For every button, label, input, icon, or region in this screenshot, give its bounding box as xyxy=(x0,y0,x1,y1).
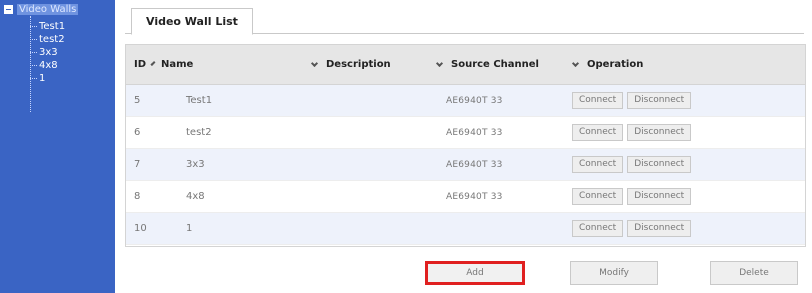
cell-id: 5 xyxy=(134,95,141,106)
tree-root[interactable]: Video Walls xyxy=(4,4,79,15)
cell-id: 10 xyxy=(134,223,147,234)
cell-id: 8 xyxy=(134,191,141,202)
header-id[interactable]: ID xyxy=(126,45,161,84)
connect-button[interactable]: Connect xyxy=(572,188,624,205)
cell-name: Test1 xyxy=(186,95,213,106)
sort-icon[interactable] xyxy=(435,59,444,68)
disconnect-button[interactable]: Disconnect xyxy=(627,188,692,205)
add-button[interactable]: Add xyxy=(425,261,525,285)
video-wall-table: ID Name Description Source Channel Opera… xyxy=(125,44,806,247)
delete-button[interactable]: Delete xyxy=(710,261,798,285)
table-row[interactable]: 7 3x3 AE6940T 33 Connect Disconnect xyxy=(126,149,805,181)
table-row[interactable]: 10 1 Connect Disconnect xyxy=(126,213,805,245)
cell-source-channel: AE6940T 33 xyxy=(446,191,503,202)
tree-item-4x8[interactable]: 4x8 xyxy=(27,59,65,72)
connect-button[interactable]: Connect xyxy=(572,220,624,237)
tree-item-test2[interactable]: test2 xyxy=(27,33,65,46)
tree-item-1[interactable]: 1 xyxy=(27,72,65,85)
cell-name: 3x3 xyxy=(186,159,205,170)
header-name[interactable]: Name xyxy=(161,45,306,84)
collapse-icon[interactable] xyxy=(4,5,13,14)
connect-button[interactable]: Connect xyxy=(572,124,624,141)
table-row[interactable]: 5 Test1 AE6940T 33 Connect Disconnect xyxy=(126,85,805,117)
tab-video-wall-list[interactable]: Video Wall List xyxy=(131,8,253,35)
header-description-label: Description xyxy=(326,59,391,70)
connect-button[interactable]: Connect xyxy=(572,156,624,173)
tree-item-test1[interactable]: Test1 xyxy=(27,20,65,33)
header-operation-label: Operation xyxy=(587,59,644,70)
sort-icon[interactable] xyxy=(310,59,319,68)
cell-operation: Connect Disconnect xyxy=(567,92,805,109)
disconnect-button[interactable]: Disconnect xyxy=(627,124,692,141)
cell-operation: Connect Disconnect xyxy=(567,220,805,237)
header-operation[interactable]: Operation xyxy=(567,45,805,84)
tree-children: Test1 test2 3x3 4x8 1 xyxy=(27,20,65,85)
header-description[interactable]: Description xyxy=(306,45,431,84)
sidebar-tree: Video Walls Test1 test2 3x3 4x8 1 xyxy=(0,0,115,293)
tree-item-3x3[interactable]: 3x3 xyxy=(27,46,65,59)
cell-id: 6 xyxy=(134,127,141,138)
sort-icon[interactable] xyxy=(571,59,580,68)
header-source-label: Source Channel xyxy=(451,59,539,70)
sort-icon[interactable] xyxy=(150,61,156,66)
header-source-channel[interactable]: Source Channel xyxy=(431,45,567,84)
cell-id: 7 xyxy=(134,159,141,170)
tab-strip: Video Wall List xyxy=(125,4,804,35)
table-body: 5 Test1 AE6940T 33 Connect Disconnect 6 … xyxy=(126,85,805,245)
cell-source-channel: AE6940T 33 xyxy=(446,95,503,106)
disconnect-button[interactable]: Disconnect xyxy=(627,156,692,173)
main-panel: Video Wall List ID Name Description Sour… xyxy=(115,0,812,293)
table-row[interactable]: 6 test2 AE6940T 33 Connect Disconnect xyxy=(126,117,805,149)
cell-source-channel: AE6940T 33 xyxy=(446,127,503,138)
cell-operation: Connect Disconnect xyxy=(567,188,805,205)
cell-name: test2 xyxy=(186,127,212,138)
disconnect-button[interactable]: Disconnect xyxy=(627,92,692,109)
cell-operation: Connect Disconnect xyxy=(567,156,805,173)
header-name-label: Name xyxy=(161,59,194,70)
cell-operation: Connect Disconnect xyxy=(567,124,805,141)
tree-root-label[interactable]: Video Walls xyxy=(17,4,79,15)
header-id-label: ID xyxy=(134,59,147,70)
disconnect-button[interactable]: Disconnect xyxy=(627,220,692,237)
modify-button[interactable]: Modify xyxy=(570,261,658,285)
connect-button[interactable]: Connect xyxy=(572,92,624,109)
cell-source-channel: AE6940T 33 xyxy=(446,159,503,170)
table-header: ID Name Description Source Channel Opera… xyxy=(126,45,805,85)
table-row[interactable]: 8 4x8 AE6940T 33 Connect Disconnect xyxy=(126,181,805,213)
cell-name: 1 xyxy=(186,223,193,234)
cell-name: 4x8 xyxy=(186,191,205,202)
